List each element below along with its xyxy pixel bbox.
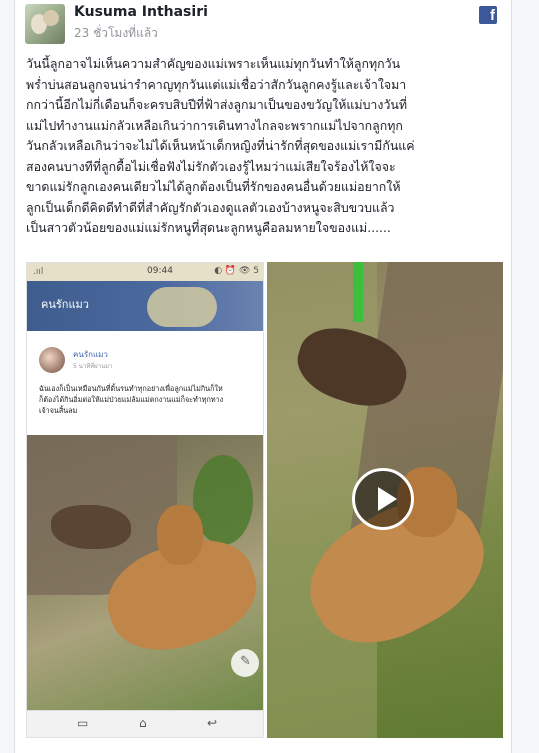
inner-dog-photo <box>27 435 263 713</box>
author-name[interactable]: Kusuma Inthasiri <box>74 4 208 20</box>
video-thumbnail[interactable] <box>267 262 503 738</box>
phone-app-bar: คนรักแมว <box>27 281 263 331</box>
signal-icon: .ııl <box>33 267 44 277</box>
inner-text-line: ก็ต้องได้กินอิ่มต่อให้แม่ป่วยแม่ล้มแม่ตก… <box>39 395 224 404</box>
back-icon: ↩ <box>207 716 218 730</box>
author-avatar[interactable] <box>25 4 65 44</box>
home-icon: ⌂ <box>139 716 147 730</box>
post-text-line: ลูกเป็นเด็กดีคิดดีทำดีที่สำคัญรักตัวเองด… <box>26 199 395 215</box>
post-text-line: วันนี้ลูกอาจไม่เห็นความสำคัญของแม่เพราะเ… <box>26 56 401 71</box>
phone-nav-bar: ▭ ⌂ ↩ <box>27 710 263 737</box>
inner-author-name: คนรักแมว <box>73 350 108 359</box>
edit-icon: ✎ <box>231 649 259 677</box>
inner-text-line: ฉันเองก็เป็นเหมือนกันที่ดิ้นรนทำทุกอย่าง… <box>39 384 223 393</box>
post-text-line: ขาดแม่รักลูกเองคนเดียวไม่ได้ลูกต้องเป็นท… <box>26 179 401 194</box>
post-text: วันนี้ลูกอาจไม่เห็นความสำคัญของแม่เพราะเ… <box>26 54 504 239</box>
recent-apps-icon: ▭ <box>77 716 89 730</box>
inner-post-text: ฉันเองก็เป็นเหมือนกันที่ดิ้นรนทำทุกอย่าง… <box>39 383 257 416</box>
inner-avatar <box>39 347 65 373</box>
post-text-line: วันกลัวเหลือเกินว่าจะไม่ได้เห็นหน้าเด็กห… <box>26 138 415 153</box>
post-text-line: กกว่านี้อีกไม่กี่เดือนก็จะครบสิบปีที่ฟ้า… <box>26 97 408 112</box>
status-icons: ◐ ⏰ 👁 5 <box>214 266 259 276</box>
inner-timestamp: 5 นาทีที่ผ่านมา <box>73 363 113 370</box>
shared-screenshot-image[interactable]: .ııl 09:44 ◐ ⏰ 👁 5 คนรักแมว คนรักแมว 5 น… <box>26 262 264 738</box>
play-icon[interactable] <box>352 468 414 530</box>
inner-post: คนรักแมว 5 นาทีที่ผ่านมา ฉันเองก็เป็นเหม… <box>27 335 263 435</box>
phone-app-title: คนรักแมว <box>41 298 89 311</box>
post-card: Kusuma Inthasiri 23 ชั่วโมงที่แล้ว f วัน… <box>14 0 512 753</box>
phone-status-bar: .ııl 09:44 ◐ ⏰ 👁 5 <box>27 263 263 281</box>
post-timestamp[interactable]: 23 ชั่วโมงที่แล้ว <box>74 24 158 43</box>
phone-clock: 09:44 <box>147 266 173 276</box>
post-text-line: เป็นสาวตัวน้อยของแม่แม่รักหนูที่สุดนะลูก… <box>26 220 391 235</box>
inner-text-line: เจ้าจนสิ้นลม <box>39 406 78 415</box>
post-text-line: สองคนบางทีที่ลูกดื้อไม่เชื่อฟังไม่รักตัว… <box>26 158 396 174</box>
post-text-line: พร่ำบ่นสอนลูกจนน่ารำคาญทุกวันแต่แม่เชื่อ… <box>26 76 407 92</box>
facebook-icon: f <box>479 6 497 24</box>
post-text-line: แม่ไปทำงานแม่กลัวเหลือเกินว่าการเดินทางไ… <box>26 117 403 133</box>
